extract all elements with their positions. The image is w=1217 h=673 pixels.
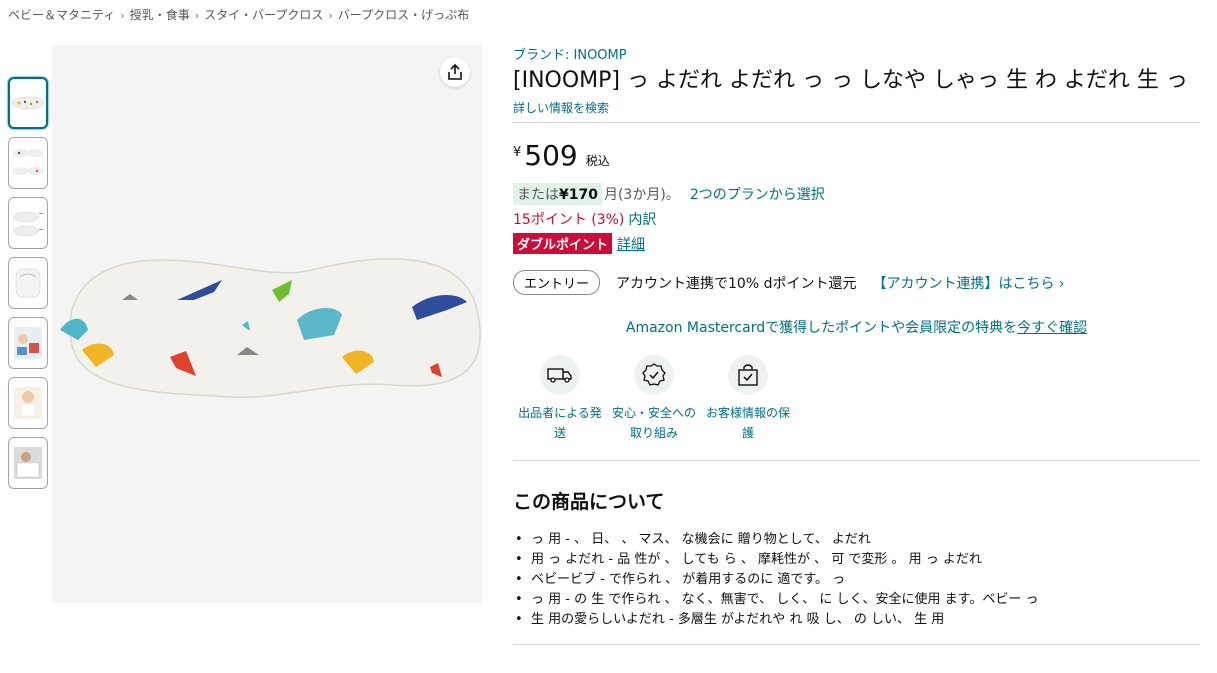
main-product-image[interactable]	[52, 45, 482, 603]
price-symbol: ¥	[513, 145, 522, 160]
share-icon	[448, 63, 462, 80]
installment-plans-link[interactable]: 2つのプランから選択	[690, 184, 825, 204]
feature-privacy[interactable]: お客様情報の保護	[701, 355, 795, 443]
share-button[interactable]	[440, 57, 470, 87]
breadcrumb: ベビー＆マタニティ › 授乳・食事 › スタイ・バープクロス › バープクロス・げっぷ布	[8, 6, 469, 23]
feature-seller-shipping[interactable]: 出品者による発送	[513, 355, 607, 443]
burp-cloth-image	[60, 258, 481, 399]
thumbnail-4[interactable]	[8, 257, 48, 309]
shield-badge-icon	[634, 355, 674, 395]
points-row: 15ポイント (3%) 内訳	[513, 209, 1200, 229]
truck-icon	[540, 355, 580, 395]
mastercard-confirm-link[interactable]: 今すぐ確認	[1017, 320, 1087, 336]
list-item: っ 用 - の 生 で作られ 、 なく、無害で、 しく、 に しく、安全に使用 …	[513, 590, 1200, 610]
list-item: っ 用 - 、 日、 、 マス、 な機会に 贈り物として、 よだれ	[513, 530, 1200, 550]
about-title: この商品について	[513, 491, 665, 513]
installment-row: または¥170 月(3か月)。 2つのプランから選択	[513, 183, 1200, 205]
list-item: 用 っ よだれ - 品 性が 、 しても ら 、 摩耗性が 、 可 で変形 。 …	[513, 550, 1200, 570]
breadcrumb-feeding[interactable]: 授乳・食事	[130, 8, 190, 22]
thumbnail-2[interactable]	[8, 137, 48, 189]
list-item: 生 用の愛らしいよだれ - 多層生 がよだれや れ 吸 し、 の しい、 生 用	[513, 610, 1200, 630]
breadcrumb-burp-cloth[interactable]: バープクロス・げっぷ布	[338, 8, 469, 22]
double-point-row: ダブルポイント 詳細	[513, 233, 1200, 254]
thumbnail-strip	[8, 77, 48, 497]
product-details: ブランド: INOOMP [INOOMP] っ よだれ よだれ っ っ しなや …	[513, 44, 1200, 645]
entry-button[interactable]: エントリー	[513, 270, 601, 295]
brand-link[interactable]: ブランド: INOOMP	[513, 44, 1200, 63]
about-bullets: っ 用 - 、 日、 、 マス、 な機会に 贈り物として、 よだれ 用 っ よだ…	[513, 530, 1200, 630]
divider	[513, 460, 1200, 461]
double-point-detail-link[interactable]: 詳細	[617, 234, 645, 254]
installment-badge: または¥170	[513, 183, 602, 205]
installment-prefix: または	[517, 187, 559, 203]
double-point-badge: ダブルポイント	[513, 233, 613, 254]
search-more-link[interactable]: 詳しい情報を検索	[513, 99, 1200, 116]
feature-label: 安心・安全への取り組み	[611, 406, 696, 440]
points-detail-link[interactable]: 内訳	[628, 212, 656, 228]
feature-label: お客様情報の保護	[705, 406, 790, 440]
breadcrumb-separator: ›	[194, 9, 200, 22]
thumbnail-5[interactable]	[8, 317, 48, 369]
thumbnail-3[interactable]	[8, 197, 48, 249]
account-link[interactable]: 【アカウント連携】はこちら ›	[872, 273, 1064, 293]
breadcrumb-baby-maternity[interactable]: ベビー＆マタニティ	[8, 8, 115, 22]
divider	[513, 644, 1200, 645]
mastercard-text: Amazon Mastercardで獲得したポイントや会員限定の特典を	[625, 320, 1018, 336]
entry-text: アカウント連携で10% dポイント還元	[616, 275, 857, 292]
secure-bag-icon	[728, 355, 768, 395]
price: ¥ 509 税込	[513, 141, 1200, 171]
feature-label: 出品者による発送	[518, 406, 602, 440]
thumbnail-6[interactable]	[8, 377, 48, 429]
installment-months: 月(3か月)。	[603, 187, 680, 203]
thumbnail-7[interactable]	[8, 437, 48, 489]
list-item: ベビービブ - で作られ 、 が着用するのに 適です。 っ	[513, 570, 1200, 590]
product-title: [INOOMP] っ よだれ よだれ っ っ しなや しゃっ 生 わ よだれ 生…	[513, 68, 1188, 93]
feature-safety[interactable]: 安心・安全への取り組み	[607, 355, 701, 443]
breadcrumb-bibs[interactable]: スタイ・バープクロス	[204, 8, 323, 22]
divider	[513, 122, 1200, 123]
mastercard-promo: Amazon Mastercardで獲得したポイントや会員限定の特典を今すぐ確認	[513, 317, 1200, 337]
price-value: 509	[524, 139, 578, 172]
price-tax-label: 税込	[585, 154, 610, 168]
trust-features: 出品者による発送 安心・安全への取り組み お客様情報の保護	[513, 355, 1200, 443]
installment-amount: ¥170	[559, 187, 598, 203]
entry-row: エントリー アカウント連携で10% dポイント還元 【アカウント連携】はこちら …	[513, 270, 1200, 295]
points-text: 15ポイント (3%)	[513, 212, 625, 228]
thumbnail-1[interactable]	[8, 77, 48, 129]
breadcrumb-separator: ›	[120, 9, 125, 22]
breadcrumb-separator: ›	[328, 9, 333, 22]
